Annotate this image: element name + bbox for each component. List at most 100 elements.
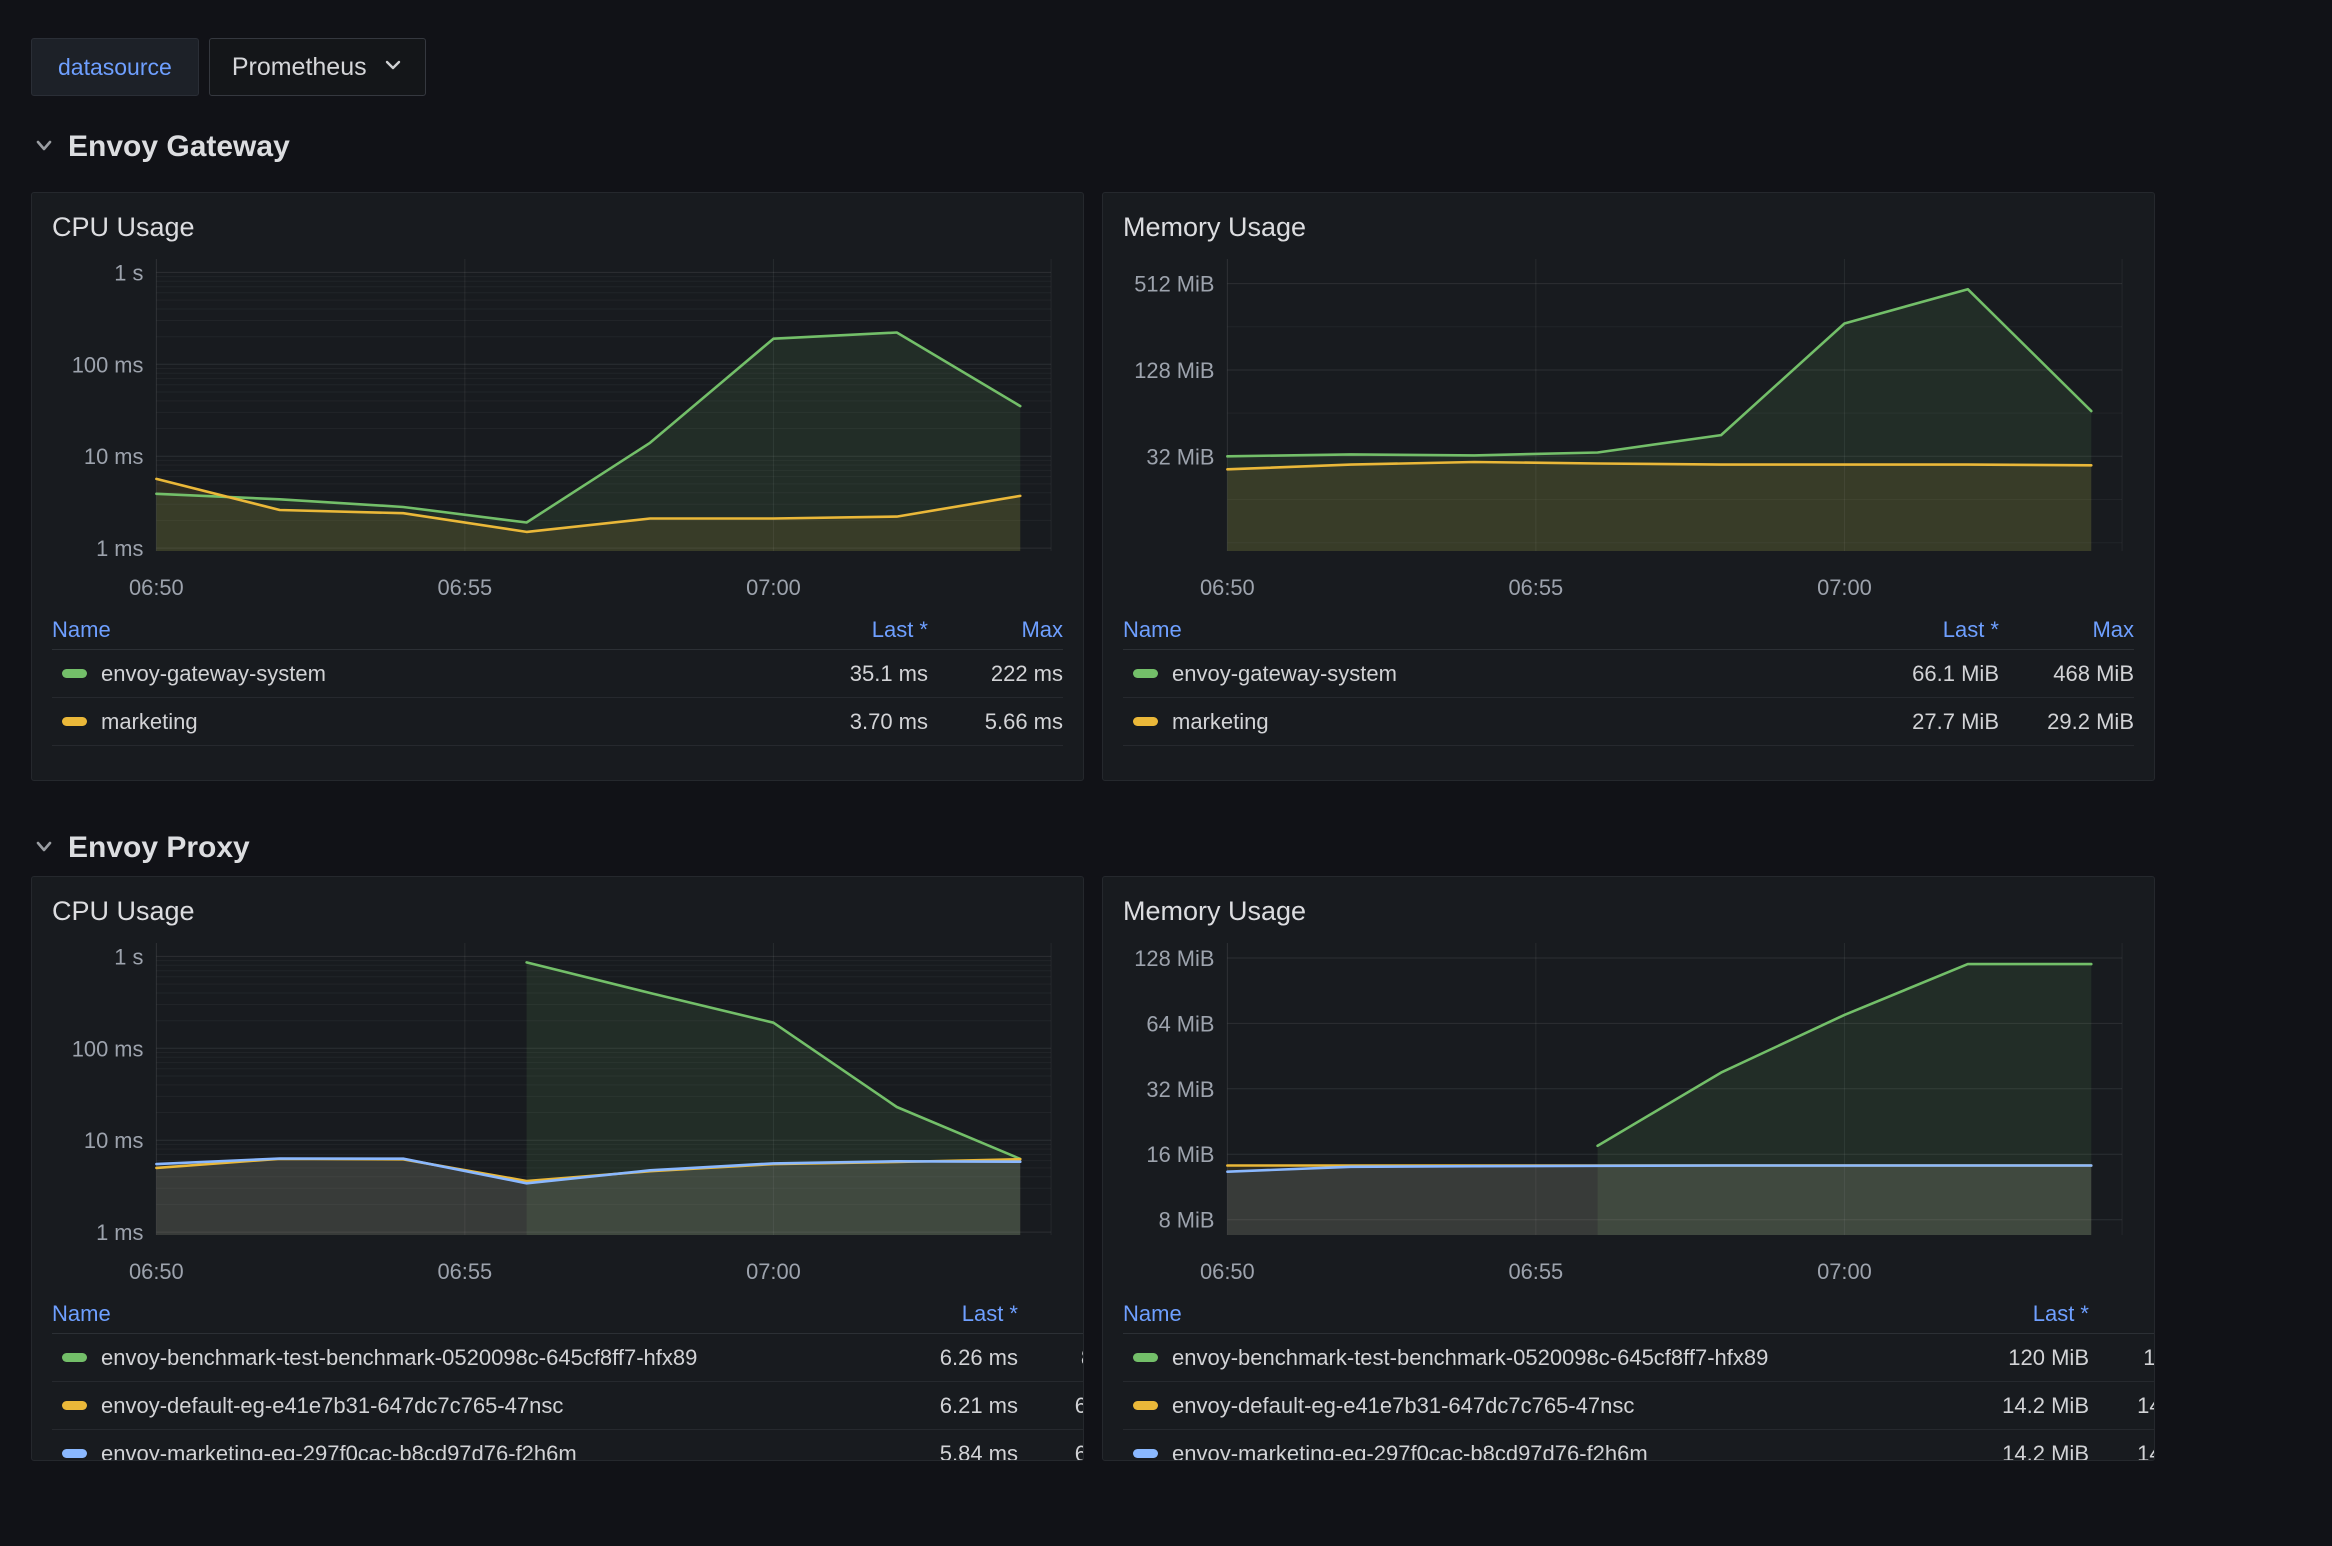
svg-text:06:50: 06:50 (129, 1259, 184, 1284)
svg-text:1 ms: 1 ms (96, 1220, 143, 1245)
section-title: Envoy Proxy (68, 831, 250, 865)
svg-text:10 ms: 10 ms (84, 1128, 144, 1153)
series-name[interactable]: envoy-gateway-system (1172, 661, 1397, 687)
series-swatch (1133, 1449, 1158, 1458)
legend-row: envoy-benchmark-test-benchmark-0520098c-… (52, 1334, 1084, 1382)
legend-row: envoy-default-eg-e41e7b31-647dc7c765-47n… (52, 1382, 1084, 1430)
svg-text:1 s: 1 s (114, 260, 143, 285)
panel-title: Memory Usage (1123, 891, 2154, 935)
legend-last-value: 66.1 MiB (1829, 661, 1999, 687)
panel-proxy-cpu-usage: CPU Usage 1 s 100 ms 10 ms 1 ms 06:50 06:55 07… (31, 876, 1084, 1461)
panel-title: CPU Usage (52, 207, 1083, 251)
series-swatch (1133, 1353, 1158, 1362)
chevron-down-icon (33, 831, 55, 865)
svg-text:1 ms: 1 ms (96, 536, 143, 561)
section-header-envoy-gateway[interactable]: Envoy Gateway (33, 130, 290, 164)
svg-text:07:00: 07:00 (1817, 575, 1872, 600)
memory-usage-chart[interactable]: 512 MiB128 MiB32 MiB06:5006:5507:00 (1123, 251, 2137, 611)
legend-header-last[interactable]: Last * (1919, 1301, 2089, 1327)
series-swatch (62, 669, 87, 678)
series-name[interactable]: envoy-benchmark-test-benchmark-0520098c-… (101, 1345, 697, 1371)
series-swatch (62, 717, 87, 726)
svg-text:1 s: 1 s (114, 944, 143, 969)
series-name[interactable]: envoy-marketing-eg-297f0cac-b8cd97d76-f2… (1172, 1441, 1648, 1462)
legend-header-max[interactable]: Max (928, 617, 1063, 643)
svg-text:8 MiB: 8 MiB (1159, 1208, 1215, 1233)
legend-header-row: Name Last * Max (1123, 611, 2134, 650)
svg-text:10 ms: 10 ms (84, 444, 144, 469)
legend-header-last[interactable]: Last * (848, 1301, 1018, 1327)
legend-table: Name Last * Max envoy-gateway-system 66.… (1123, 611, 2134, 746)
legend-header-max[interactable]: Max (1999, 617, 2134, 643)
legend-header-row: Name Last * Max (52, 611, 1063, 650)
svg-text:128 MiB: 128 MiB (1134, 358, 1214, 383)
panel-gateway-cpu-usage: CPU Usage 1 s100 ms10 ms1 ms06:5006:5507… (31, 192, 1084, 781)
legend-header-max[interactable]: Max (1018, 1301, 1084, 1327)
legend-header-name[interactable]: Name (52, 1301, 848, 1327)
series-swatch (1133, 1401, 1158, 1410)
legend-last-value: 6.21 ms (848, 1393, 1018, 1419)
series-swatch (62, 1353, 87, 1362)
legend-row: envoy-benchmark-test-benchmark-0520098c-… (1123, 1334, 2155, 1382)
legend-last-value: 3.70 ms (758, 709, 928, 735)
series-name[interactable]: marketing (101, 709, 198, 735)
chevron-down-icon (33, 130, 55, 164)
legend-max-value: 6.33 ms (1018, 1441, 1084, 1462)
cpu-usage-chart[interactable]: 1 s100 ms10 ms1 ms06:5006:5507:00 (52, 251, 1066, 611)
svg-text:06:50: 06:50 (1200, 1259, 1255, 1284)
legend-table: Name Last * Max envoy-gateway-system 35.… (52, 611, 1063, 746)
legend-row: envoy-marketing-eg-297f0cac-b8cd97d76-f2… (1123, 1430, 2155, 1461)
svg-text:16 MiB: 16 MiB (1146, 1142, 1214, 1167)
datasource-dropdown[interactable]: Prometheus (209, 38, 426, 96)
legend-header-name[interactable]: Name (1123, 617, 1829, 643)
svg-text:07:00: 07:00 (746, 1259, 801, 1284)
legend-max-value: 14.2 MiB (2089, 1393, 2155, 1419)
svg-text:100 ms: 100 ms (72, 1036, 144, 1061)
chevron-down-icon (383, 53, 403, 82)
series-name[interactable]: envoy-gateway-system (101, 661, 326, 687)
svg-text:06:55: 06:55 (438, 1259, 493, 1284)
series-swatch (62, 1449, 87, 1458)
legend-last-value: 35.1 ms (758, 661, 928, 687)
legend-row: envoy-default-eg-e41e7b31-647dc7c765-47n… (1123, 1382, 2155, 1430)
series-name[interactable]: envoy-benchmark-test-benchmark-0520098c-… (1172, 1345, 1768, 1371)
legend-header-max[interactable]: Max (2089, 1301, 2155, 1327)
series-name[interactable]: envoy-default-eg-e41e7b31-647dc7c765-47n… (101, 1393, 563, 1419)
svg-text:32 MiB: 32 MiB (1146, 1077, 1214, 1102)
legend-row: marketing 27.7 MiB 29.2 MiB (1123, 698, 2134, 746)
series-swatch (1133, 717, 1158, 726)
legend-header-name[interactable]: Name (1123, 1301, 1919, 1327)
svg-text:512 MiB: 512 MiB (1134, 272, 1214, 297)
cpu-usage-chart[interactable]: 1 s 100 ms 10 ms 1 ms 06:50 06:55 07:00 (52, 935, 1066, 1295)
legend-header-last[interactable]: Last * (758, 617, 928, 643)
legend-row: envoy-gateway-system 35.1 ms 222 ms (52, 650, 1063, 698)
legend-last-value: 6.26 ms (848, 1345, 1018, 1371)
series-swatch (62, 1401, 87, 1410)
legend-header-row: Name Last * Max (1123, 1295, 2155, 1334)
legend-row: envoy-gateway-system 66.1 MiB 468 MiB (1123, 650, 2134, 698)
panel-proxy-memory-usage: Memory Usage 128 MiB64 MiB32 MiB16 MiB8 … (1102, 876, 2155, 1461)
legend-last-value: 120 MiB (1919, 1345, 2089, 1371)
series-name[interactable]: envoy-marketing-eg-297f0cac-b8cd97d76-f2… (101, 1441, 577, 1462)
series-name[interactable]: marketing (1172, 709, 1269, 735)
datasource-variable-label: datasource (31, 38, 199, 96)
legend-table: Name Last * Max envoy-benchmark-test-ben… (52, 1295, 1084, 1461)
memory-usage-chart[interactable]: 128 MiB64 MiB32 MiB16 MiB8 MiB06:5006:55… (1123, 935, 2137, 1295)
legend-max-value: 5.66 ms (928, 709, 1063, 735)
svg-text:07:00: 07:00 (746, 575, 801, 600)
svg-text:32 MiB: 32 MiB (1146, 444, 1214, 469)
legend-last-value: 5.84 ms (848, 1441, 1018, 1462)
legend-header-last[interactable]: Last * (1829, 617, 1999, 643)
legend-last-value: 14.2 MiB (1919, 1393, 2089, 1419)
legend-header-name[interactable]: Name (52, 617, 758, 643)
series-name[interactable]: envoy-default-eg-e41e7b31-647dc7c765-47n… (1172, 1393, 1634, 1419)
svg-text:07:00: 07:00 (1817, 1259, 1872, 1284)
legend-max-value: 6.27 ms (1018, 1393, 1084, 1419)
section-title: Envoy Gateway (68, 130, 290, 164)
legend-header-row: Name Last * Max (52, 1295, 1084, 1334)
series-swatch (1133, 669, 1158, 678)
section-header-envoy-proxy[interactable]: Envoy Proxy (33, 831, 250, 865)
panel-title: CPU Usage (52, 891, 1083, 935)
svg-text:100 ms: 100 ms (72, 352, 144, 377)
panel-title: Memory Usage (1123, 207, 2154, 251)
